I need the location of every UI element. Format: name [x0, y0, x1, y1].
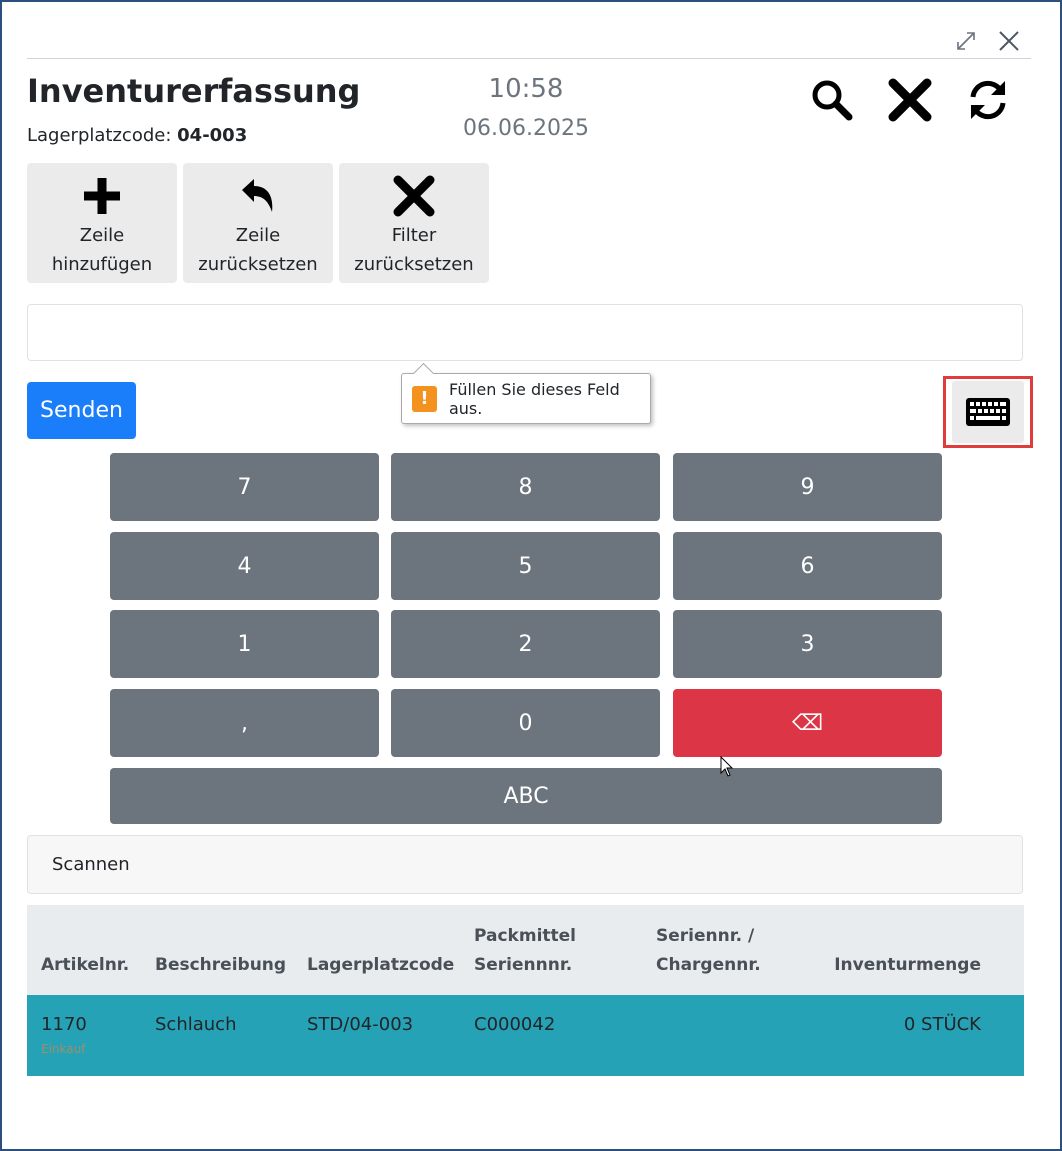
- col-inventurmenge[interactable]: Inventurmenge: [834, 951, 981, 980]
- key-7[interactable]: 7: [110, 453, 379, 521]
- add-line-button[interactable]: Zeile hinzufügen: [27, 163, 177, 283]
- key-8[interactable]: 8: [391, 453, 660, 521]
- key-6[interactable]: 6: [673, 532, 942, 600]
- send-button[interactable]: Senden: [27, 382, 136, 439]
- key-5[interactable]: 5: [391, 532, 660, 600]
- reset-line-button[interactable]: Zeile zurücksetzen: [183, 163, 333, 283]
- cell-artikelnr: 1170: [41, 1014, 87, 1035]
- key-9[interactable]: 9: [673, 453, 942, 521]
- warning-icon: !: [412, 385, 437, 412]
- reset-filter-label-2: zurücksetzen: [354, 254, 474, 275]
- location-line: Lagerplatzcode: 04-003: [27, 125, 247, 146]
- location-value: 04-003: [177, 125, 248, 146]
- reset-line-label-1: Zeile: [235, 225, 281, 246]
- undo-icon: [238, 175, 278, 217]
- col-seriennr[interactable]: Seriennr. / Chargennr.: [656, 922, 761, 980]
- search-button[interactable]: [802, 70, 862, 130]
- col-packmittel-line2: Seriennnr.: [474, 955, 573, 975]
- key-comma[interactable]: ,: [110, 689, 379, 757]
- table-header: Artikelnr. Beschreibung Lagerplatzcode P…: [27, 905, 1024, 995]
- key-1[interactable]: 1: [110, 610, 379, 678]
- page-title: Inventurerfassung: [27, 72, 361, 110]
- col-packmittel-line1: Packmittel: [474, 926, 577, 946]
- scan-section[interactable]: Scannen: [27, 835, 1023, 894]
- col-artikelnr[interactable]: Artikelnr.: [41, 951, 129, 980]
- col-seriennr-line2: Chargennr.: [656, 955, 761, 975]
- keyboard-toggle-button[interactable]: [943, 376, 1033, 448]
- cell-inventurmenge: 0 STÜCK: [903, 1014, 981, 1035]
- refresh-icon: [970, 80, 1006, 120]
- add-line-label-2: hinzufügen: [51, 254, 153, 275]
- entry-input[interactable]: [27, 304, 1023, 361]
- reset-filter-button[interactable]: Filter zurücksetzen: [339, 163, 489, 283]
- mouse-cursor-icon: [720, 755, 736, 782]
- cell-beschreibung: Schlauch: [155, 1014, 237, 1035]
- key-abc[interactable]: ABC: [110, 768, 942, 824]
- cell-artikel-subtext: Einkauf: [41, 1042, 86, 1056]
- keyboard-icon: [966, 398, 1010, 426]
- clear-button[interactable]: [880, 70, 940, 130]
- close-x-icon: [393, 175, 435, 217]
- search-icon: [812, 80, 853, 121]
- validation-tooltip: ! Füllen Sie dieses Feld aus.: [401, 362, 651, 424]
- col-seriennr-line1: Seriennr. /: [656, 926, 755, 946]
- col-beschreibung[interactable]: Beschreibung: [155, 951, 286, 980]
- cell-packmittel: C000042: [474, 1014, 556, 1035]
- scan-label: Scannen: [52, 854, 130, 875]
- title-divider: [27, 58, 1031, 59]
- key-3[interactable]: 3: [673, 610, 942, 678]
- close-icon[interactable]: [996, 28, 1022, 54]
- location-label: Lagerplatzcode:: [27, 125, 172, 146]
- refresh-button[interactable]: [958, 70, 1018, 130]
- add-line-label-1: Zeile: [79, 225, 125, 246]
- validation-message: Füllen Sie dieses Feld aus.: [448, 379, 620, 418]
- key-4[interactable]: 4: [110, 532, 379, 600]
- reset-line-label-2: zurücksetzen: [198, 254, 318, 275]
- key-backspace[interactable]: ⌫: [673, 689, 942, 757]
- current-time: 10:58: [488, 74, 564, 104]
- col-lagerplatzcode[interactable]: Lagerplatzcode: [307, 951, 454, 980]
- key-2[interactable]: 2: [391, 610, 660, 678]
- expand-icon[interactable]: [953, 28, 979, 54]
- plus-icon: [81, 175, 123, 217]
- current-date: 06.06.2025: [463, 116, 589, 141]
- key-0[interactable]: 0: [391, 689, 660, 757]
- close-x-icon: [888, 78, 932, 122]
- col-packmittel[interactable]: Packmittel Seriennnr.: [474, 922, 576, 980]
- reset-filter-label-1: Filter: [391, 225, 437, 246]
- cell-lagerplatzcode: STD/04-003: [307, 1014, 414, 1035]
- table-row[interactable]: 1170 Einkauf Schlauch STD/04-003 C000042…: [27, 995, 1024, 1076]
